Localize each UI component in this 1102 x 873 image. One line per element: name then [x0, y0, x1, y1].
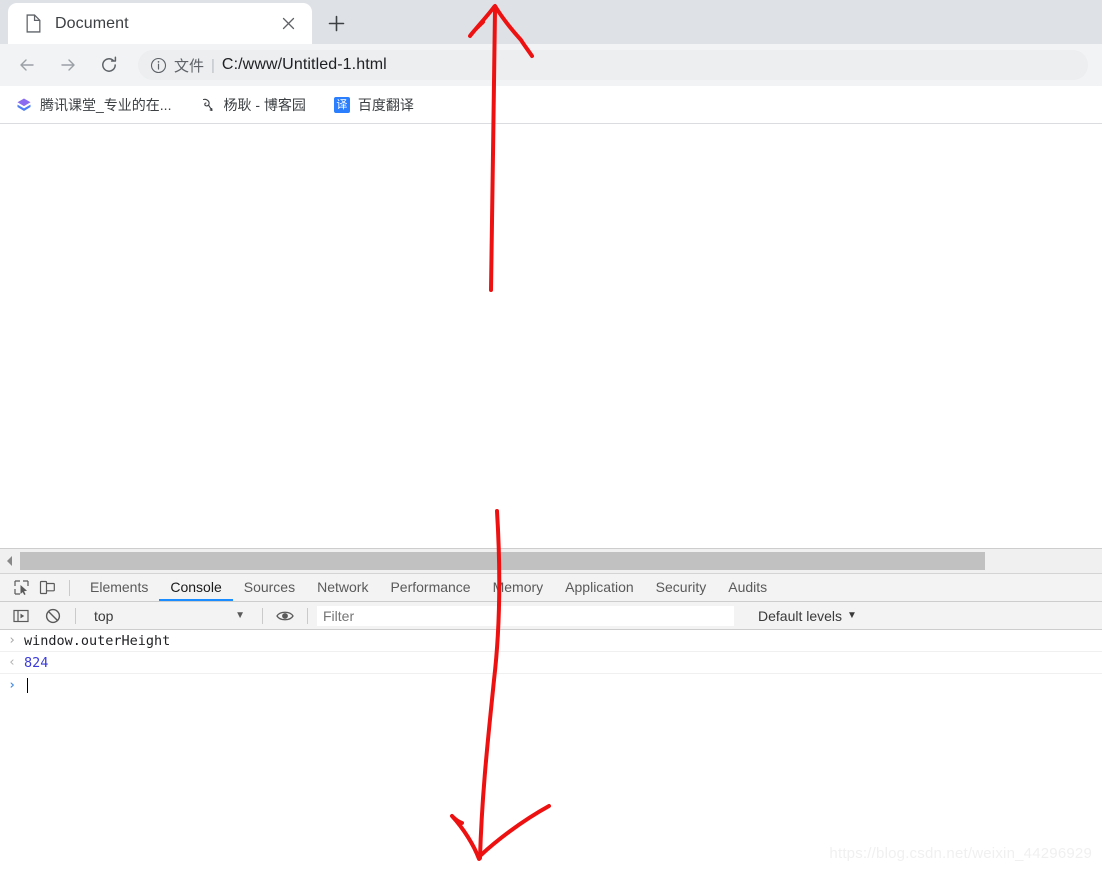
toolbar-divider — [69, 579, 70, 596]
console-context-value: top — [94, 607, 114, 624]
new-tab-button[interactable] — [320, 8, 352, 38]
chevron-down-icon: ▼ — [235, 610, 245, 621]
console-toolbar: top ▼ Default levels ▼ — [0, 602, 1102, 630]
address-bar[interactable]: 文件 | C:/www/Untitled-1.html — [138, 50, 1088, 80]
console-output[interactable]: › window.outerHeight ‹ 824 › — [0, 630, 1102, 873]
console-prompt-marker: › — [8, 677, 16, 693]
console-filter-input[interactable] — [317, 605, 734, 626]
devtools-tab-elements[interactable]: Elements — [79, 574, 159, 601]
console-context-selector[interactable]: top ▼ — [85, 605, 253, 627]
browser-tab-strip: Document — [0, 0, 1102, 44]
watermark-text: https://blog.csdn.net/weixin_44296929 — [829, 845, 1092, 862]
console-row-output: ‹ 824 — [0, 652, 1102, 674]
text-cursor — [27, 677, 28, 693]
console-row-prompt[interactable]: › — [0, 674, 1102, 696]
console-output-marker: ‹ — [8, 655, 16, 670]
bookmark-label: 百度翻译 — [357, 96, 414, 113]
devtools-tab-memory[interactable]: Memory — [482, 574, 555, 601]
browser-toolbar: 文件 | C:/www/Untitled-1.html — [0, 44, 1102, 86]
scrollbar-thumb[interactable] — [20, 552, 985, 570]
console-log-levels-label: Default levels — [758, 607, 843, 624]
console-input-marker: › — [8, 633, 16, 648]
devtools-tab-network[interactable]: Network — [306, 574, 379, 601]
console-row-input: › window.outerHeight — [0, 630, 1102, 652]
document-page-icon — [26, 14, 41, 33]
console-toolbar-divider — [75, 607, 76, 624]
arrow-left-icon — [20, 59, 34, 71]
devtools-tab-security[interactable]: Security — [645, 574, 718, 601]
chevron-down-icon: ▼ — [847, 610, 857, 621]
console-toolbar-divider-3 — [307, 607, 308, 624]
console-output-value: 824 — [24, 654, 49, 671]
devtools-tab-sources[interactable]: Sources — [233, 574, 306, 601]
clear-console-icon[interactable] — [40, 603, 66, 629]
info-circle-icon[interactable] — [150, 57, 167, 74]
console-input-text: window.outerHeight — [24, 632, 171, 649]
bookmark-item-cnblogs[interactable]: 杨耿 - 博客园 — [193, 92, 311, 118]
scroll-left-arrow-icon[interactable] — [5, 555, 15, 567]
bookmarks-bar: 腾讯课堂_专业的在... 杨耿 - 博客园 译 百度翻译 — [0, 86, 1102, 124]
cnblogs-icon — [203, 98, 214, 111]
browser-tab[interactable]: Document — [8, 3, 312, 44]
bookmark-label: 杨耿 - 博客园 — [223, 96, 306, 113]
console-log-levels-dropdown[interactable]: Default levels ▼ — [758, 608, 857, 624]
devtools-panel: Elements Console Sources Network Perform… — [0, 548, 1102, 873]
arrow-right-icon — [61, 59, 75, 71]
live-expression-eye-icon[interactable] — [272, 603, 298, 629]
console-sidebar-toggle-icon[interactable] — [8, 603, 34, 629]
address-separator: | — [211, 56, 215, 74]
baidu-fanyi-icon: 译 — [333, 96, 350, 113]
horizontal-scrollbar[interactable] — [0, 549, 1102, 574]
devtools-tab-audits[interactable]: Audits — [717, 574, 778, 601]
console-toolbar-divider-2 — [262, 607, 263, 624]
devtools-tab-console[interactable]: Console — [159, 574, 233, 601]
reload-icon — [102, 56, 117, 72]
device-toolbar-icon[interactable] — [34, 575, 60, 601]
address-url-text: C:/www/Untitled-1.html — [221, 56, 387, 73]
browser-tab-title: Document — [55, 14, 129, 32]
tencent-classroom-icon — [17, 98, 31, 111]
page-viewport — [0, 124, 1102, 548]
address-scheme-label: 文件 — [174, 57, 205, 75]
bookmark-item-baidu-fanyi[interactable]: 译 百度翻译 — [328, 92, 420, 118]
devtools-tab-performance[interactable]: Performance — [379, 574, 481, 601]
devtools-tab-application[interactable]: Application — [554, 574, 645, 601]
plus-icon — [328, 15, 344, 31]
bookmark-label: 腾讯课堂_专业的在... — [40, 96, 172, 113]
reload-button[interactable] — [94, 50, 124, 80]
bookmark-item-tencent-classroom[interactable]: 腾讯课堂_专业的在... — [10, 92, 177, 118]
back-button[interactable] — [12, 50, 42, 80]
inspect-element-icon[interactable] — [8, 575, 34, 601]
forward-button[interactable] — [53, 50, 83, 80]
devtools-tab-bar: Elements Console Sources Network Perform… — [0, 574, 1102, 602]
close-icon[interactable] — [279, 14, 298, 33]
